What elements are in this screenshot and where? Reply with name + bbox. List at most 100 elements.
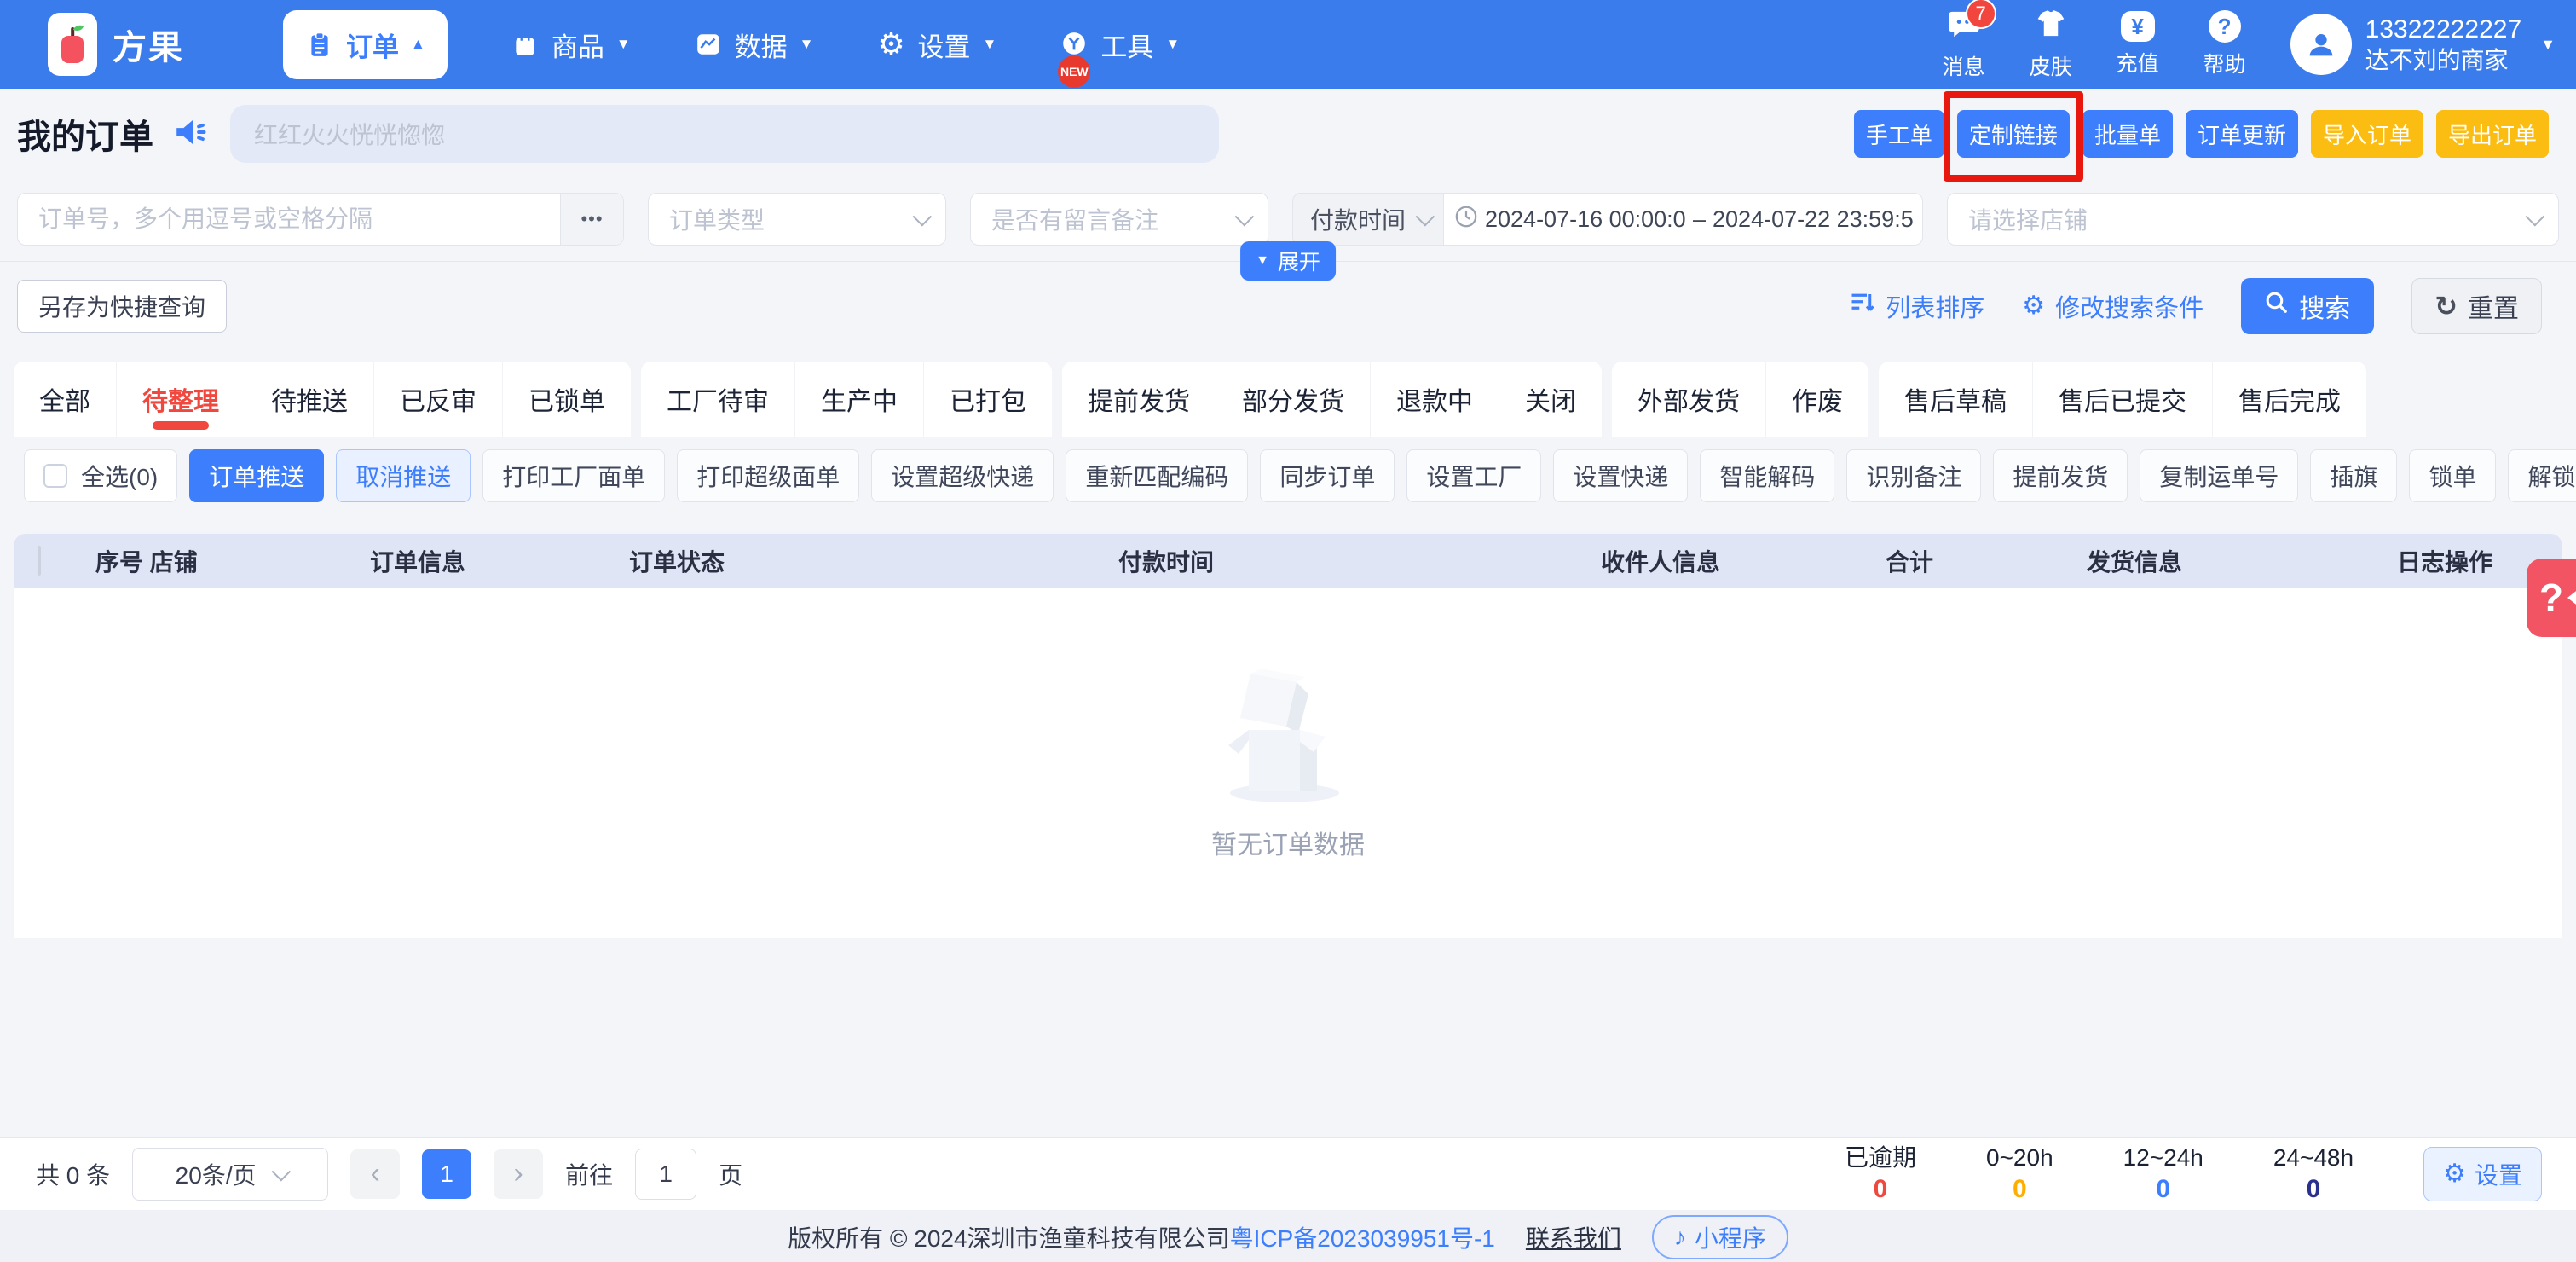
nav-item-label: 设置 bbox=[917, 26, 970, 64]
messages-button[interactable]: 7 消息 bbox=[1943, 9, 1985, 81]
modify-search-link[interactable]: ⚙ 修改搜索条件 bbox=[2022, 288, 2203, 324]
announcement-banner: 红红火火恍恍惚惚 bbox=[230, 105, 1219, 163]
footer-stats: 已逾期 0 0~20h 0 12~24h 0 24~48h 0 ⚙ 设置 bbox=[1845, 1146, 2542, 1202]
nav-item-settings[interactable]: ⚙ 设置 ▼ bbox=[876, 26, 996, 64]
flag-button[interactable]: 插旗 bbox=[2310, 449, 2397, 502]
status-tabs: 全部 待整理 待推送 已反审 已锁单 工厂待审 生产中 已打包 提前发货 部分发… bbox=[0, 362, 2576, 437]
account-menu[interactable]: 13322222227 达不刘的商家 ▼ bbox=[2290, 14, 2556, 76]
account-name: 达不刘的商家 bbox=[2365, 45, 2522, 75]
footer-settings-button[interactable]: ⚙ 设置 bbox=[2423, 1147, 2542, 1201]
print-factory-label-button[interactable]: 打印工厂面单 bbox=[482, 449, 665, 502]
account-info: 13322222227 达不刘的商家 bbox=[2365, 14, 2522, 76]
icp-link[interactable]: 粤ICP备2023039951号-1 bbox=[1230, 1220, 1495, 1254]
tab-voided[interactable]: 作废 bbox=[1766, 362, 1868, 437]
nav-item-data[interactable]: 数据 ▼ bbox=[694, 26, 814, 64]
search-extra-row: ▼ 展开 另存为快捷查询 列表排序 ⚙ 修改搜索条件 bbox=[0, 261, 2576, 362]
select-all-button[interactable]: 全选(0) bbox=[24, 449, 177, 502]
nav-right: 7 消息 皮肤 ¥ 充值 ? 帮助 bbox=[1943, 9, 2556, 81]
tab-refunding[interactable]: 退款中 bbox=[1371, 362, 1499, 437]
smart-decode-button[interactable]: 智能解码 bbox=[1700, 449, 1834, 502]
tab-aftersale-submitted[interactable]: 售后已提交 bbox=[2033, 362, 2213, 437]
util-label: 充值 bbox=[2117, 47, 2159, 78]
cancel-push-button[interactable]: 取消推送 bbox=[336, 449, 471, 502]
unlock-button[interactable]: 解锁 bbox=[2508, 449, 2576, 502]
contact-us-link[interactable]: 联系我们 bbox=[1526, 1220, 1621, 1254]
date-range-picker[interactable]: 2024-07-16 00:00:00 – 2024-07-22 23:59:5… bbox=[1444, 193, 1923, 246]
nav-item-label: 商品 bbox=[552, 26, 604, 64]
tab-pending-organize[interactable]: 待整理 bbox=[117, 362, 245, 437]
order-no-input[interactable] bbox=[18, 194, 560, 245]
app-logo-icon[interactable] bbox=[48, 13, 97, 76]
goto-label: 前往 bbox=[565, 1157, 613, 1191]
header-checkbox[interactable] bbox=[38, 546, 41, 576]
has-message-select[interactable]: 是否有留言备注 bbox=[970, 193, 1268, 246]
tools-icon bbox=[1060, 30, 1089, 59]
list-sort-link[interactable]: 列表排序 bbox=[1850, 288, 1984, 324]
print-super-label-button[interactable]: 打印超级面单 bbox=[677, 449, 859, 502]
tab-group: 提前发货 部分发货 退款中 关闭 bbox=[1062, 362, 1602, 437]
reset-button[interactable]: ↻ 重置 bbox=[2411, 278, 2542, 334]
help-button[interactable]: ? 帮助 bbox=[2203, 10, 2246, 78]
order-update-button[interactable]: 订单更新 bbox=[2186, 110, 2298, 158]
nav-item-orders[interactable]: 订单 ▲ bbox=[283, 10, 448, 79]
nav-item-label: 工具 bbox=[1100, 26, 1153, 64]
skin-button[interactable]: 皮肤 bbox=[2030, 9, 2072, 81]
chevron-down-icon bbox=[913, 207, 933, 227]
more-options-icon[interactable]: ••• bbox=[560, 194, 623, 245]
lock-order-button[interactable]: 锁单 bbox=[2409, 449, 2496, 502]
expand-toggle[interactable]: ▼ 展开 bbox=[1240, 241, 1336, 281]
tab-all[interactable]: 全部 bbox=[14, 362, 117, 437]
tab-locked[interactable]: 已锁单 bbox=[503, 362, 631, 437]
order-type-select[interactable]: 订单类型 bbox=[648, 193, 946, 246]
product-bag-icon bbox=[511, 30, 540, 59]
early-ship-button[interactable]: 提前发货 bbox=[1993, 449, 2128, 502]
stat-24-48h: 24~48h 0 bbox=[2273, 1146, 2354, 1202]
custom-link-button[interactable]: 定制链接 bbox=[1957, 110, 2070, 158]
tab-pending-push[interactable]: 待推送 bbox=[245, 362, 374, 437]
tab-aftersale-draft[interactable]: 售后草稿 bbox=[1879, 362, 2033, 437]
set-express-button[interactable]: 设置快递 bbox=[1553, 449, 1688, 502]
page-size-select[interactable]: 20条/页 bbox=[132, 1148, 328, 1201]
gear-icon: ⚙ bbox=[2443, 1161, 2466, 1187]
prev-page-button[interactable]: ‹ bbox=[350, 1149, 400, 1199]
tab-in-production[interactable]: 生产中 bbox=[795, 362, 924, 437]
goto-page-input[interactable] bbox=[635, 1149, 696, 1200]
tab-factory-review[interactable]: 工厂待审 bbox=[641, 362, 795, 437]
nav-item-tools[interactable]: NEW 工具 ▼ bbox=[1060, 26, 1180, 64]
refresh-icon: ↻ bbox=[2434, 290, 2458, 322]
help-float-button[interactable]: ? bbox=[2527, 559, 2576, 637]
miniprogram-button[interactable]: ♪ 小程序 bbox=[1652, 1215, 1788, 1259]
table-body-empty: 暂无订单数据 bbox=[14, 588, 2562, 938]
tab-closed[interactable]: 关闭 bbox=[1499, 362, 1602, 437]
tab-rejected[interactable]: 已反审 bbox=[374, 362, 503, 437]
manual-order-button[interactable]: 手工单 bbox=[1854, 110, 1944, 158]
tab-aftersale-done[interactable]: 售后完成 bbox=[2213, 362, 2366, 437]
set-super-express-button[interactable]: 设置超级快递 bbox=[871, 449, 1054, 502]
import-orders-button[interactable]: 导入订单 bbox=[2311, 110, 2423, 158]
tab-early-ship[interactable]: 提前发货 bbox=[1062, 362, 1216, 437]
shop-select[interactable]: 请选择店铺 bbox=[1947, 193, 2559, 246]
tab-packed[interactable]: 已打包 bbox=[924, 362, 1052, 437]
rematch-code-button[interactable]: 重新匹配编码 bbox=[1066, 449, 1248, 502]
recognize-remark-button[interactable]: 识别备注 bbox=[1846, 449, 1981, 502]
recharge-button[interactable]: ¥ 充值 bbox=[2117, 11, 2159, 78]
set-factory-button[interactable]: 设置工厂 bbox=[1406, 449, 1541, 502]
save-quick-query-button[interactable]: 另存为快捷查询 bbox=[17, 280, 227, 333]
sync-orders-button[interactable]: 同步订单 bbox=[1260, 449, 1395, 502]
pay-time-type-select[interactable]: 付款时间 bbox=[1292, 193, 1444, 246]
tab-external-ship[interactable]: 外部发货 bbox=[1612, 362, 1766, 437]
copy-tracking-button[interactable]: 复制运单号 bbox=[2140, 449, 2298, 502]
export-orders-button[interactable]: 导出订单 bbox=[2436, 110, 2549, 158]
util-label: 消息 bbox=[1943, 50, 1985, 81]
nav-item-products[interactable]: 商品 ▼ bbox=[511, 26, 631, 64]
batch-order-button[interactable]: 批量单 bbox=[2082, 110, 2173, 158]
select-all-checkbox[interactable] bbox=[43, 464, 67, 488]
tab-group: 售后草稿 售后已提交 售后完成 bbox=[1879, 362, 2366, 437]
current-page[interactable]: 1 bbox=[422, 1149, 471, 1199]
search-button[interactable]: 搜索 bbox=[2241, 278, 2374, 334]
tab-partial-ship[interactable]: 部分发货 bbox=[1216, 362, 1371, 437]
push-orders-button[interactable]: 订单推送 bbox=[189, 449, 324, 502]
next-page-button[interactable]: › bbox=[494, 1149, 543, 1199]
page-unit: 页 bbox=[719, 1157, 742, 1191]
yuan-icon: ¥ bbox=[2121, 11, 2155, 42]
